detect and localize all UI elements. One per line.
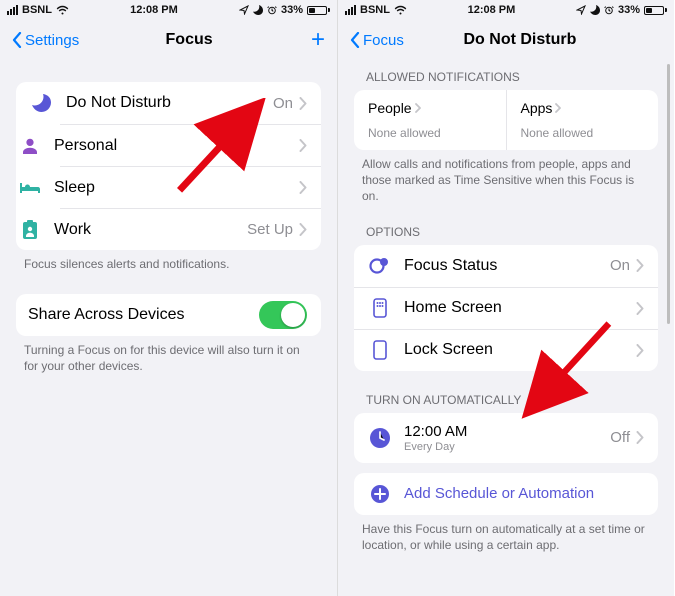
people-label: People — [368, 100, 412, 116]
row-label: Sleep — [54, 179, 299, 197]
row-label: Personal — [54, 137, 299, 155]
chevron-right-icon — [636, 302, 644, 315]
schedule-status: Off — [610, 429, 630, 446]
battery-icon — [644, 6, 667, 15]
wifi-icon — [56, 5, 69, 15]
add-schedule-card: Add Schedule or Automation — [354, 473, 658, 515]
share-across-devices-row[interactable]: Share Across Devices — [16, 294, 321, 336]
location-icon — [239, 5, 249, 15]
status-bar: BSNL 12:08 PM 33% — [338, 0, 674, 20]
options-list: Focus Status On Home Screen Lock Screen — [354, 245, 658, 371]
chevron-right-icon — [555, 103, 561, 113]
bed-icon — [16, 174, 44, 202]
focus-item-personal[interactable]: Personal — [60, 124, 321, 166]
focus-footer: Focus silences alerts and notifications. — [0, 250, 337, 272]
chevron-right-icon — [299, 181, 307, 194]
chevron-right-icon — [636, 259, 644, 272]
screen-do-not-disturb: BSNL 12:08 PM 33% Focus Do Not Disturb A… — [337, 0, 674, 596]
chevron-right-icon — [636, 431, 644, 444]
option-lock-screen[interactable]: Lock Screen — [354, 329, 658, 371]
person-icon — [16, 132, 44, 160]
add-schedule-button[interactable]: Add Schedule or Automation — [354, 473, 658, 515]
lock-screen-icon — [366, 336, 394, 364]
nav-bar: Settings Focus + — [0, 20, 337, 60]
back-button[interactable]: Settings — [12, 32, 79, 49]
clock-icon — [366, 424, 394, 452]
automation-footer: Have this Focus turn on automatically at… — [338, 515, 674, 553]
back-button[interactable]: Focus — [350, 32, 404, 49]
focus-list: Do Not Disturb On Personal Sleep Work Se… — [16, 82, 321, 250]
automation-header: TURN ON AUTOMATICALLY — [338, 371, 674, 413]
home-screen-icon — [366, 294, 394, 322]
add-focus-button[interactable]: + — [299, 28, 325, 52]
row-label: Focus Status — [404, 257, 610, 275]
schedule-card: 12:00 AM Every Day Off — [354, 413, 658, 463]
location-icon — [576, 5, 586, 15]
share-toggle[interactable] — [259, 301, 307, 329]
wifi-icon — [394, 5, 407, 15]
focus-item-do-not-disturb[interactable]: Do Not Disturb On — [16, 82, 321, 124]
schedule-repeat: Every Day — [404, 441, 610, 453]
row-status: On — [273, 95, 293, 112]
cellular-bars-icon — [7, 5, 18, 15]
alarm-icon — [604, 5, 614, 15]
scrollbar[interactable] — [667, 64, 670, 324]
row-label: Lock Screen — [404, 341, 636, 359]
cellular-bars-icon — [345, 5, 356, 15]
chevron-left-icon — [350, 32, 360, 48]
chevron-right-icon — [299, 223, 307, 236]
people-button[interactable]: People None allowed — [354, 90, 506, 150]
focus-item-work[interactable]: Work Set Up — [60, 208, 321, 250]
status-bar: BSNL 12:08 PM 33% — [0, 0, 337, 20]
row-status: On — [610, 257, 630, 274]
share-card: Share Across Devices — [16, 294, 321, 336]
row-status: Set Up — [247, 221, 293, 238]
allowed-header: ALLOWED NOTIFICATIONS — [338, 60, 674, 90]
people-value: None allowed — [368, 126, 492, 140]
moon-icon — [28, 89, 56, 117]
battery-pct: 33% — [281, 4, 303, 16]
allowed-notifications: People None allowed Apps None allowed — [354, 90, 658, 150]
chevron-right-icon — [636, 344, 644, 357]
chevron-right-icon — [299, 139, 307, 152]
back-label: Settings — [25, 32, 79, 49]
options-header: OPTIONS — [338, 205, 674, 245]
focus-status-icon — [366, 252, 394, 280]
badge-icon — [16, 216, 44, 244]
clock: 12:08 PM — [130, 4, 178, 16]
chevron-right-icon — [415, 103, 421, 113]
apps-label: Apps — [521, 100, 553, 116]
alarm-icon — [267, 5, 277, 15]
battery-icon — [307, 6, 330, 15]
allowed-footer: Allow calls and notifications from peopl… — [338, 150, 674, 205]
focus-item-sleep[interactable]: Sleep — [60, 166, 321, 208]
row-label: Home Screen — [404, 299, 636, 317]
row-label: Work — [54, 221, 247, 239]
row-label: Do Not Disturb — [66, 94, 273, 112]
schedule-row[interactable]: 12:00 AM Every Day Off — [354, 413, 658, 463]
page-title: Focus — [79, 31, 299, 49]
moon-icon — [590, 5, 600, 15]
carrier: BSNL — [360, 4, 390, 16]
plus-circle-icon — [366, 480, 394, 508]
back-label: Focus — [363, 32, 404, 49]
carrier: BSNL — [22, 4, 52, 16]
moon-icon — [253, 5, 263, 15]
share-footer: Turning a Focus on for this device will … — [0, 336, 337, 374]
add-schedule-label: Add Schedule or Automation — [404, 485, 644, 502]
option-focus-status[interactable]: Focus Status On — [354, 245, 658, 287]
clock: 12:08 PM — [468, 4, 516, 16]
chevron-left-icon — [12, 32, 22, 48]
row-label: Share Across Devices — [28, 306, 259, 324]
page-title: Do Not Disturb — [404, 31, 636, 49]
option-home-screen[interactable]: Home Screen — [354, 287, 658, 329]
apps-button[interactable]: Apps None allowed — [506, 90, 659, 150]
nav-bar: Focus Do Not Disturb — [338, 20, 674, 60]
screen-focus-list: BSNL 12:08 PM 33% Settings Focus + Do No… — [0, 0, 337, 596]
apps-value: None allowed — [521, 126, 645, 140]
battery-pct: 33% — [618, 4, 640, 16]
chevron-right-icon — [299, 97, 307, 110]
schedule-time: 12:00 AM — [404, 423, 610, 440]
